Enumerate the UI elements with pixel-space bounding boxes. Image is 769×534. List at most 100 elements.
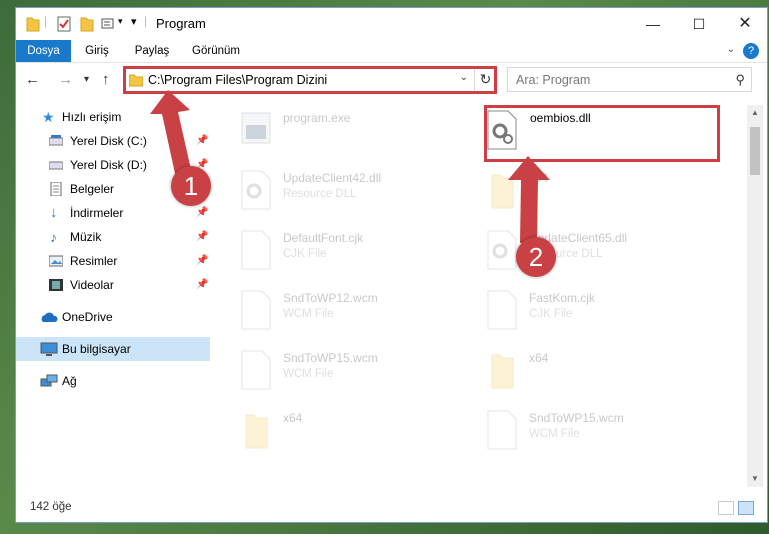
- drive-icon: [49, 135, 63, 146]
- scroll-down-icon[interactable]: ▼: [747, 471, 763, 487]
- highlight-box-file: [484, 105, 720, 162]
- sidebar-item-pictures[interactable]: Resimler 📌: [16, 249, 210, 273]
- sidebar-item-this-pc[interactable]: Bu bilgisayar: [16, 337, 210, 361]
- tab-share[interactable]: Paylaş: [126, 40, 178, 62]
- drive-icon: [49, 161, 63, 170]
- rename-icon[interactable]: [101, 15, 117, 33]
- folder-icon: [26, 17, 40, 32]
- file-name: UpdateClient42.dll: [283, 171, 382, 185]
- file-item[interactable]: x64: [482, 345, 722, 401]
- file-item[interactable]: DefaultFont.cjk CJK File: [236, 225, 476, 281]
- file-name: x64: [529, 351, 549, 365]
- file-name: DefaultFont.cjk: [283, 231, 364, 245]
- computer-icon: [40, 342, 58, 356]
- sidebar-item-music[interactable]: ♪ Müzik 📌: [16, 225, 210, 249]
- dropdown-arrow-icon[interactable]: ▾: [118, 16, 123, 27]
- tab-home[interactable]: Giriş: [76, 40, 118, 62]
- vertical-scrollbar[interactable]: ▲ ▼: [747, 105, 763, 487]
- scroll-up-icon[interactable]: ▲: [747, 105, 763, 121]
- file-type: Resource DLL: [283, 188, 357, 200]
- sidebar-item-label: OneDrive: [62, 310, 113, 324]
- sidebar-item-onedrive[interactable]: OneDrive: [16, 305, 210, 329]
- highlight-box-address: [123, 66, 497, 94]
- status-bar: 142 öğe: [16, 497, 767, 522]
- sidebar-item-videos[interactable]: Videolar 📌: [16, 273, 210, 297]
- sidebar-item-label: İndirmeler: [70, 206, 124, 220]
- up-icon[interactable]: ↑: [102, 71, 110, 88]
- large-icons-view-icon[interactable]: [738, 501, 754, 515]
- scroll-thumb[interactable]: [750, 127, 760, 175]
- ribbon-expand-icon[interactable]: ⌄: [727, 44, 735, 55]
- item-count: 142 öğe: [30, 501, 72, 513]
- sidebar-item-network[interactable]: Ağ: [16, 369, 210, 393]
- file-type: WCM File: [283, 308, 334, 320]
- generic-file-icon: [487, 410, 517, 450]
- navigation-pane: ★ Hızlı erişim Yerel Disk (C:) 📌 Yerel D…: [16, 105, 212, 485]
- sidebar-item-disk-c[interactable]: Yerel Disk (C:) 📌: [16, 129, 210, 153]
- recent-locations-icon[interactable]: ▾: [84, 74, 89, 85]
- details-view-icon[interactable]: [718, 501, 734, 515]
- back-icon[interactable]: ←: [25, 71, 40, 88]
- ribbon-tabs: Dosya Giriş Paylaş Görünüm ⌄ ?: [16, 40, 767, 63]
- new-folder-icon[interactable]: [80, 15, 94, 33]
- tab-view[interactable]: Görünüm: [186, 40, 246, 62]
- sidebar-item-label: Müzik: [70, 230, 102, 244]
- music-icon: ♪: [50, 229, 57, 245]
- file-list: program.exe oembios.dll UpdateClient42.d…: [212, 105, 747, 487]
- tab-file[interactable]: Dosya: [16, 40, 71, 62]
- search-input[interactable]: Ara: Program: [516, 73, 590, 87]
- file-item[interactable]: program.exe: [236, 105, 476, 161]
- forward-icon[interactable]: →: [58, 71, 73, 88]
- minimize-button[interactable]: —: [630, 8, 676, 40]
- file-item[interactable]: FastKom.cjk CJK File: [482, 285, 722, 341]
- cloud-icon: [41, 312, 58, 322]
- file-item[interactable]: x64: [236, 405, 476, 461]
- maximize-button[interactable]: ☐: [676, 8, 722, 40]
- properties-icon[interactable]: [56, 15, 72, 33]
- network-icon: [40, 374, 58, 387]
- sidebar-item-downloads[interactable]: ↓ İndirmeler 📌: [16, 201, 210, 225]
- step-badge-2: 2: [516, 237, 556, 277]
- sidebar-item-label: Resimler: [70, 254, 118, 268]
- pin-icon[interactable]: 📌: [196, 225, 208, 249]
- file-type: CJK File: [529, 308, 573, 320]
- file-name: SndToWP15.wcm: [529, 411, 624, 425]
- help-icon[interactable]: ?: [743, 43, 759, 59]
- generic-file-icon: [241, 290, 271, 330]
- file-name: SndToWP15.wcm: [283, 351, 378, 365]
- generic-file-icon: [241, 350, 271, 390]
- videos-icon: [49, 279, 63, 291]
- explorer-window: | ▾ ▾ | Program — ☐ ✕ Dosya Giriş Paylaş…: [15, 7, 768, 523]
- sidebar-item-label: Hızlı erişim: [62, 110, 122, 124]
- pin-icon[interactable]: 📌: [196, 249, 208, 273]
- file-name: program.exe: [283, 111, 351, 125]
- search-icon[interactable]: ⚲: [735, 72, 745, 88]
- customize-toolbar-icon[interactable]: ▾: [131, 15, 137, 28]
- folder-icon: [491, 354, 514, 389]
- close-button[interactable]: ✕: [722, 8, 767, 40]
- file-type: WCM File: [283, 368, 334, 380]
- pin-icon[interactable]: 📌: [196, 273, 208, 297]
- document-icon: [50, 182, 62, 196]
- download-icon: ↓: [50, 204, 58, 221]
- file-item[interactable]: x64: [482, 165, 722, 221]
- file-item[interactable]: SndToWP15.wcm WCM File: [482, 405, 722, 461]
- file-item[interactable]: SndToWP12.wcm WCM File: [236, 285, 476, 341]
- pin-icon[interactable]: 📌: [196, 129, 208, 153]
- divider: |: [144, 14, 148, 28]
- search-box[interactable]: Ara: Program ⚲: [507, 67, 752, 92]
- file-name: x64: [283, 411, 303, 425]
- file-name: x64: [529, 171, 549, 185]
- generic-file-icon: [241, 230, 271, 270]
- sidebar-item-label: Yerel Disk (C:): [70, 134, 147, 148]
- star-icon: ★: [42, 109, 55, 125]
- file-type: WCM File: [529, 428, 580, 440]
- file-item[interactable]: UpdateClient42.dll Resource DLL: [236, 165, 476, 221]
- pictures-icon: [49, 255, 63, 267]
- sidebar-item-quick-access[interactable]: ★ Hızlı erişim: [16, 105, 210, 129]
- file-item[interactable]: SndToWP15.wcm WCM File: [236, 345, 476, 401]
- folder-icon: [491, 174, 514, 209]
- window-title: Program: [156, 16, 206, 31]
- dll-file-icon: [241, 170, 271, 210]
- step-badge-1: 1: [171, 166, 211, 206]
